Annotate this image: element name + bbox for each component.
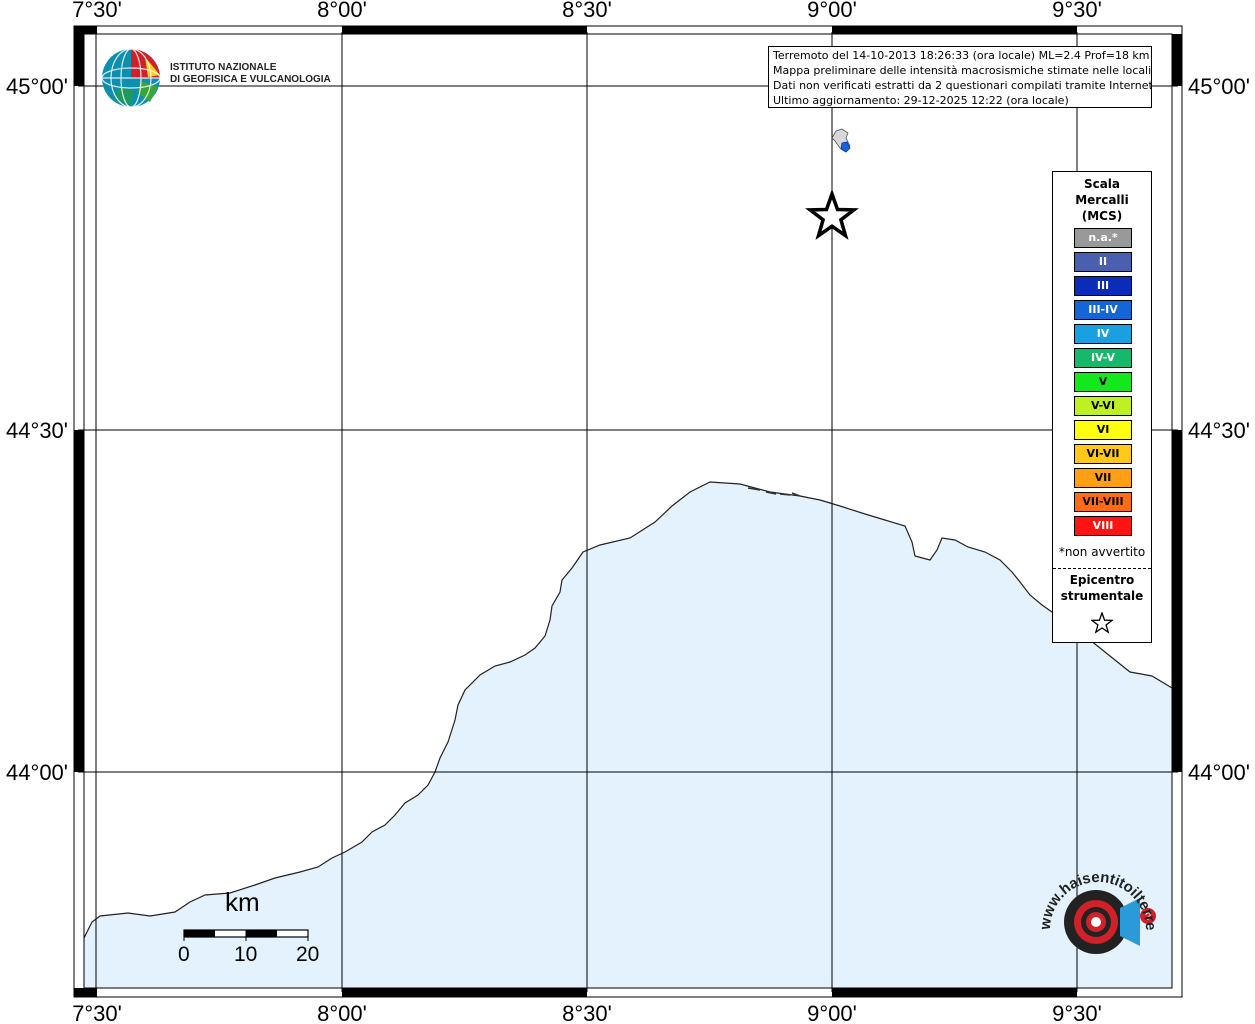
lat-labels-right: 45°00' 44°30' 44°00' (1188, 74, 1250, 785)
ingv-logo-text: ISTITUTO NAZIONALE DI GEOFISICA E VULCAN… (170, 62, 331, 86)
scale-bar: km 0 10 20 (170, 885, 340, 975)
legend-item: V-VI (1074, 396, 1132, 416)
lon-label: 7°30' (72, 1001, 122, 1024)
scale-label: 10 (234, 943, 258, 966)
legend-item: IV-V (1074, 348, 1132, 368)
legend-item: n.a.* (1074, 228, 1132, 248)
intensity-legend: Scala Mercalli (MCS) n.a.* II III III-IV IV I… (1052, 171, 1152, 643)
legend-item: VII (1074, 468, 1132, 488)
scale-label: 0 (178, 943, 190, 966)
star-icon (1091, 612, 1113, 634)
legend-item: VII-VIII (1074, 492, 1132, 512)
ingv-line2: DI GEOFISICA E VULCANOLOGIA (170, 74, 331, 85)
lon-label: 9°30' (1052, 0, 1102, 22)
lat-label: 45°00' (1188, 74, 1250, 99)
epicenter-label: Epicentro (1069, 573, 1135, 587)
legend-item: VIII (1074, 516, 1132, 536)
haisentitoilterremoto-logo: ? www.haisentitoilterremoto.it (1023, 847, 1170, 980)
event-info-line: Dati non verificati estratti da 2 questi… (773, 79, 1152, 92)
scale-unit: km (225, 887, 260, 917)
lat-label: 44°00' (6, 760, 68, 785)
lat-label: 44°00' (1188, 760, 1250, 785)
legend-item: IV (1074, 324, 1132, 344)
event-info-line: Mappa preliminare delle intensità macros… (773, 64, 1152, 77)
legend-item: V (1074, 372, 1132, 392)
legend-item: III (1074, 276, 1132, 296)
lon-label: 9°00' (807, 1001, 857, 1024)
ingv-logo: ISTITUTO NAZIONALE DI GEOFISICA E VULCAN… (100, 47, 331, 111)
legend-divider (1053, 568, 1151, 569)
scale-label: 20 (296, 943, 320, 966)
legend-item: VI (1074, 420, 1132, 440)
lon-label: 8°00' (317, 0, 367, 22)
lon-labels-top: 7°30' 8°00' 8°30' 9°00' 9°30' (72, 0, 1102, 22)
lon-label: 9°30' (1052, 1001, 1102, 1024)
lat-label: 45°00' (6, 74, 68, 99)
lon-label: 8°30' (562, 0, 612, 22)
legend-item: VI-VII (1074, 444, 1132, 464)
ingv-line1: ISTITUTO NAZIONALE (170, 62, 277, 73)
lat-label: 44°30' (6, 418, 68, 443)
scale-ruler (183, 929, 309, 941)
event-info-line: Terremoto del 14-10-2013 18:26:33 (ora l… (773, 49, 1150, 62)
lon-labels-bottom: 7°30' 8°00' 8°30' 9°00' 9°30' (72, 1001, 1102, 1024)
target-logo-icon: ? www.haisentitoilterremoto.it (1023, 847, 1159, 954)
legend-note: *non avvertito (1058, 545, 1146, 559)
epicenter-label: strumentale (1060, 589, 1144, 603)
event-info-line: Ultimo aggiornamento: 29-12-2025 12:22 (… (773, 94, 1069, 107)
lon-label: 9°00' (807, 0, 857, 22)
lat-label: 44°30' (1188, 418, 1250, 443)
lon-label: 8°30' (562, 1001, 612, 1024)
lat-labels-left: 45°00' 44°30' 44°00' (6, 74, 68, 785)
legend-item: III-IV (1074, 300, 1132, 320)
event-info-box: Terremoto del 14-10-2013 18:26:33 (ora l… (768, 46, 1152, 108)
legend-item: II (1074, 252, 1132, 272)
globe-icon (101, 48, 161, 108)
lon-label: 7°30' (72, 0, 122, 22)
legend-title: Mercalli (1075, 193, 1129, 207)
lon-label: 8°00' (317, 1001, 367, 1024)
legend-title: (MCS) (1081, 209, 1123, 223)
legend-title: Scala (1083, 177, 1121, 191)
